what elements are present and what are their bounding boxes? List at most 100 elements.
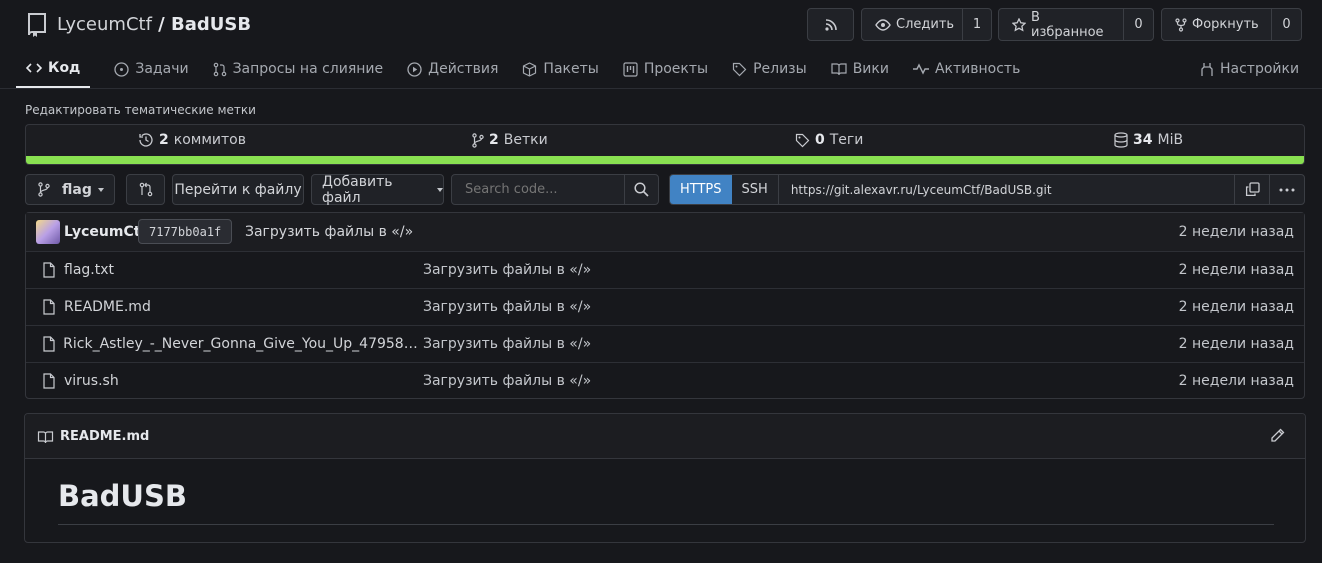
tools-icon xyxy=(1200,62,1214,77)
package-icon xyxy=(522,61,537,77)
commit-time: 2 недели назад xyxy=(1178,224,1294,240)
project-icon xyxy=(623,61,638,77)
rss-button[interactable] xyxy=(807,8,854,41)
compare-button[interactable] xyxy=(126,174,165,205)
tab-activity[interactable]: Активность xyxy=(912,50,1021,88)
issue-icon xyxy=(114,61,130,77)
repo-owner[interactable]: LyceumCtf xyxy=(57,14,152,35)
file-commit-time: 2 недели назад xyxy=(1178,262,1294,278)
commit-sha-button[interactable]: 7177bb0a1f xyxy=(138,219,233,244)
more-options-button[interactable] xyxy=(1269,175,1304,204)
search-input[interactable] xyxy=(452,175,624,204)
compare-icon xyxy=(139,182,153,197)
fork-icon xyxy=(1175,17,1187,32)
file-row[interactable]: virus.sh Загрузить файлы в «/» 2 недели … xyxy=(26,362,1304,399)
tab-packages[interactable]: Пакеты xyxy=(522,50,599,88)
file-entry[interactable]: virus.sh xyxy=(42,373,422,389)
file-commit-message[interactable]: Загрузить файлы в «/» xyxy=(423,373,591,389)
file-commit-message[interactable]: Загрузить файлы в «/» xyxy=(423,336,591,352)
star-label: В избранное xyxy=(1031,9,1104,40)
tab-settings[interactable]: Настройки xyxy=(1200,50,1299,88)
tab-pull-requests[interactable]: Запросы на слияние xyxy=(213,50,384,88)
repo-title[interactable]: LyceumCtf / BadUSB xyxy=(57,14,251,35)
language-bar[interactable] xyxy=(25,156,1305,165)
copy-url-button[interactable] xyxy=(1234,175,1269,204)
file-row[interactable]: Rick_Astley_-_Never_Gonna_Give_You_Up_47… xyxy=(26,325,1304,362)
size-unit: MiB xyxy=(1157,132,1184,148)
edit-topics-link[interactable]: Редактировать тематические метки xyxy=(25,103,256,117)
star-count[interactable]: 0 xyxy=(1123,9,1153,40)
file-commit-time: 2 недели назад xyxy=(1178,299,1294,315)
file-row[interactable]: README.md Загрузить файлы в «/» 2 недели… xyxy=(26,288,1304,325)
tab-issues[interactable]: Задачи xyxy=(114,50,189,88)
size-value: 34 xyxy=(1133,132,1153,148)
commit-author[interactable]: LyceumCtf xyxy=(64,224,147,240)
fork-count[interactable]: 0 xyxy=(1271,9,1301,40)
file-commit-message[interactable]: Загрузить файлы в «/» xyxy=(423,299,591,315)
file-entry[interactable]: Rick_Astley_-_Never_Gonna_Give_You_Up_47… xyxy=(42,336,422,352)
file-name[interactable]: Rick_Astley_-_Never_Gonna_Give_You_Up_47… xyxy=(63,336,422,352)
file-name[interactable]: flag.txt xyxy=(64,262,114,278)
tab-activity-label: Активность xyxy=(934,61,1021,77)
book-icon xyxy=(831,62,847,76)
file-row[interactable]: flag.txt Загрузить файлы в «/» 2 недели … xyxy=(26,251,1304,288)
pencil-icon xyxy=(1270,428,1285,443)
branches-count: 2 xyxy=(489,132,499,148)
watch-button[interactable]: Следить 1 xyxy=(861,8,992,41)
tab-wiki-label: Вики xyxy=(852,61,889,77)
size-stat[interactable]: 34 MiB xyxy=(1114,132,1183,148)
https-button[interactable]: HTTPS xyxy=(670,175,732,204)
branches-stat[interactable]: 2 Ветки xyxy=(472,132,548,148)
book-icon xyxy=(37,430,54,444)
tab-projects-label: Проекты xyxy=(643,61,709,77)
add-file-dropdown[interactable]: Добавить файл xyxy=(311,174,444,206)
commit-message[interactable]: Загрузить файлы в «/» xyxy=(245,224,413,240)
watch-count[interactable]: 1 xyxy=(962,9,991,40)
readme-title[interactable]: README.md xyxy=(37,429,149,444)
repo-icon xyxy=(26,12,48,38)
tab-pull-requests-label: Запросы на слияние xyxy=(232,61,384,77)
file-entry[interactable]: flag.txt xyxy=(42,262,422,278)
tab-actions-label: Действия xyxy=(428,61,499,77)
latest-commit-row: LyceumCtf 7177bb0a1f Загрузить файлы в «… xyxy=(26,213,1304,251)
clone-url-field[interactable]: https://git.alexavr.ru/LyceumCtf/BadUSB.… xyxy=(779,183,1234,197)
tab-settings-label: Настройки xyxy=(1220,61,1300,77)
edit-readme-button[interactable] xyxy=(1270,428,1285,443)
tab-wiki[interactable]: Вики xyxy=(831,50,889,88)
star-button[interactable]: В избранное 0 xyxy=(998,8,1154,41)
pull-request-icon xyxy=(213,62,227,77)
goto-file-button[interactable]: Перейти к файлу xyxy=(172,174,304,205)
watch-label: Следить xyxy=(896,17,955,32)
tab-releases[interactable]: Релизы xyxy=(732,50,807,88)
rss-icon xyxy=(824,18,838,32)
tab-releases-label: Релизы xyxy=(753,61,807,77)
avatar[interactable] xyxy=(36,220,60,244)
file-icon xyxy=(42,299,56,315)
ssh-button[interactable]: SSH xyxy=(732,175,779,204)
tab-actions[interactable]: Действия xyxy=(407,50,498,88)
tab-packages-label: Пакеты xyxy=(543,61,599,77)
readme-header: README.md xyxy=(25,414,1305,459)
file-name[interactable]: README.md xyxy=(64,299,151,315)
tab-code-label: Код xyxy=(48,60,81,76)
file-name[interactable]: virus.sh xyxy=(64,373,119,389)
search-button[interactable] xyxy=(624,175,658,204)
commits-stat[interactable]: 2 коммитов xyxy=(138,132,246,148)
fork-button[interactable]: Форкнуть 0 xyxy=(1161,8,1302,41)
branch-dropdown[interactable]: flag xyxy=(25,174,115,205)
branch-icon xyxy=(472,132,484,148)
file-entry[interactable]: README.md xyxy=(42,299,422,315)
file-icon xyxy=(42,373,56,389)
clone-panel: HTTPS SSH https://git.alexavr.ru/LyceumC… xyxy=(669,174,1305,205)
tab-code[interactable]: Код xyxy=(16,50,91,88)
heading-divider xyxy=(58,524,1274,525)
repo-separator: / xyxy=(151,14,172,35)
tag-icon xyxy=(795,133,810,148)
fork-label: Форкнуть xyxy=(1192,17,1259,32)
code-icon xyxy=(26,62,42,74)
file-commit-message[interactable]: Загрузить файлы в «/» xyxy=(423,262,591,278)
chevron-down-icon xyxy=(437,187,443,192)
tab-projects[interactable]: Проекты xyxy=(623,50,708,88)
repo-name[interactable]: BadUSB xyxy=(171,14,251,35)
tags-stat[interactable]: 0 Теги xyxy=(795,132,863,148)
